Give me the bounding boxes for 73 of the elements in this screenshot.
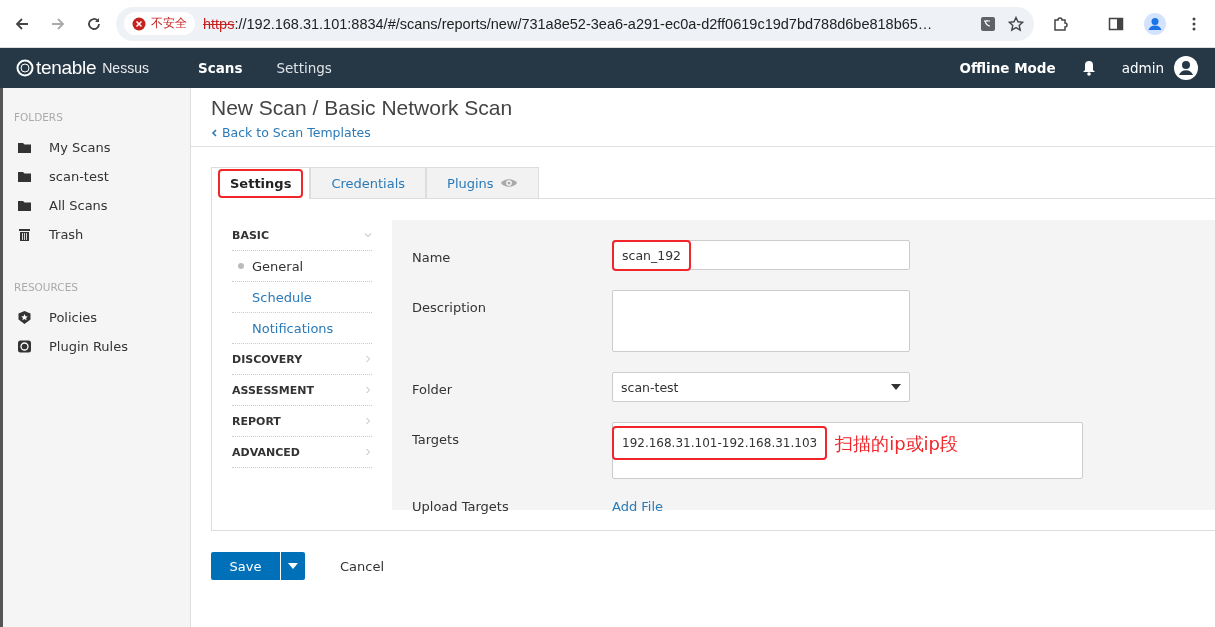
eye-icon [499, 177, 518, 189]
bell-icon[interactable] [1081, 60, 1096, 76]
chevron-right-icon [364, 448, 372, 456]
sidebar-item[interactable]: scan-test [3, 162, 190, 191]
description-field[interactable] [612, 290, 910, 352]
section-heading: FOLDERS [13, 111, 64, 123]
cancel-link[interactable]: Cancel [340, 558, 385, 574]
trash-icon [17, 227, 32, 242]
logo-icon [16, 59, 34, 77]
nav-link[interactable]: Scans [198, 60, 243, 76]
tab[interactable]: Plugins [426, 167, 539, 198]
save-button[interactable]: Save [211, 552, 281, 580]
field-label: Description [412, 299, 488, 315]
menu-item[interactable]: Notifications [232, 313, 372, 344]
shield-icon [17, 310, 32, 325]
chevron-left-icon [211, 128, 217, 137]
brand-name: tenable [36, 57, 97, 79]
menu-item[interactable]: Schedule [232, 282, 372, 313]
profile-icon[interactable] [1144, 12, 1166, 35]
sidebar-item[interactable]: All Scans [3, 191, 190, 220]
nav-link[interactable]: Settings [276, 60, 332, 76]
page-title: New Scan / Basic Network Scan [211, 96, 514, 120]
address-bar[interactable]: 不安全 https://192.168.31.101:8834/#/scans/reports/new/731a8e52-3ea6-a291-ec0a-d2ff0619c19d7bd788d6be818b65… [116, 6, 1034, 41]
sidebar-item[interactable]: Policies [3, 303, 190, 332]
annotation-note: 扫描的ip或ip段 [835, 432, 959, 456]
add-file-link[interactable]: Add File [612, 499, 664, 514]
url-text: ://192.168.31.101:8834/#/scans/reports/new/731a8e52-3ea6-a291-ec0a-d2ff0619c19d7bd788d6be818b65… [234, 15, 934, 32]
mode-label: Offline Mode [959, 60, 1056, 76]
folder-icon [17, 169, 32, 184]
field-label: Folder [412, 381, 454, 397]
chevron-right-icon [364, 355, 372, 363]
menu-section[interactable]: ADVANCED [232, 437, 372, 468]
chevron-down-icon [364, 231, 372, 239]
menu-section[interactable]: BASIC [232, 220, 372, 251]
security-label: 不安全 [151, 15, 187, 32]
translate-icon[interactable] [980, 15, 996, 32]
reload-icon[interactable] [86, 15, 102, 32]
warning-icon [132, 16, 146, 31]
field-label: Targets [412, 431, 460, 447]
chevron-right-icon [364, 386, 372, 394]
name-field[interactable]: scan_192 [612, 240, 910, 270]
tab[interactable]: Settings [211, 167, 311, 199]
save-options-button[interactable] [281, 552, 305, 580]
plugin-icon [17, 339, 32, 354]
star-icon[interactable] [1008, 15, 1024, 32]
side-panel-icon[interactable] [1108, 15, 1124, 32]
sidebar-item[interactable]: Trash [3, 220, 190, 249]
menu-item[interactable]: General [232, 251, 372, 282]
caret-icon [891, 384, 901, 390]
folder-dropdown[interactable]: scan-test [612, 372, 910, 402]
menu-section[interactable]: REPORT [232, 406, 372, 437]
tab[interactable]: Credentials [310, 167, 427, 198]
bullet-icon [238, 263, 244, 269]
url-scheme: https [203, 15, 235, 32]
targets-field[interactable]: 192.168.31.101-192.168.31.103 扫描的ip或ip段 [612, 422, 1083, 479]
section-heading: RESOURCES [13, 281, 79, 293]
caret-icon [288, 563, 298, 569]
folder-icon [17, 140, 32, 155]
chevron-right-icon [364, 417, 372, 425]
field-label: Upload Targets [412, 499, 510, 514]
user-name[interactable]: admin [1121, 60, 1164, 76]
sidebar-item[interactable]: Plugin Rules [3, 332, 190, 361]
sidebar-item[interactable]: My Scans [3, 133, 190, 162]
folder-icon [17, 198, 32, 213]
back-link[interactable]: Back to Scan Templates [211, 125, 1215, 140]
menu-section[interactable]: ASSESSMENT [232, 375, 372, 406]
extensions-icon[interactable] [1052, 15, 1068, 32]
field-label: Name [412, 249, 452, 265]
product-name: Nessus [102, 60, 149, 76]
back-icon[interactable] [14, 15, 30, 32]
avatar-icon[interactable] [1174, 56, 1198, 80]
menu-section[interactable]: DISCOVERY [232, 344, 372, 375]
security-chip[interactable]: 不安全 [124, 12, 195, 35]
